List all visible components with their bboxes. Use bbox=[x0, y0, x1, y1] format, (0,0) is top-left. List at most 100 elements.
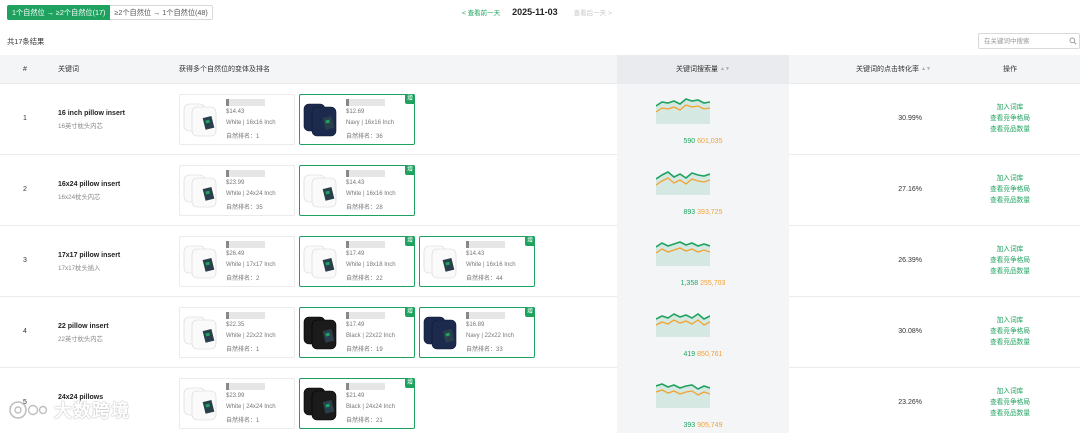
variant-card[interactable]: $16.89 Navy | 22x22 Inch 自然排名：33 增 bbox=[419, 307, 535, 358]
natural-rank: 自然排名：22 bbox=[346, 276, 383, 282]
increase-badge: 增 bbox=[405, 94, 415, 104]
sort-icon[interactable]: ▲▼ bbox=[921, 55, 931, 84]
product-price: $23.99 bbox=[226, 180, 245, 186]
volume-primary: 590 bbox=[683, 138, 696, 145]
product-image bbox=[423, 316, 457, 350]
variant-card[interactable]: $12.69 Navy | 16x16 Inch 自然排名：36 增 bbox=[299, 94, 415, 145]
row-actions: 加入词库 查看竞争格局 查看竞品数量 bbox=[982, 102, 1038, 135]
add-to-library-link[interactable]: 加入词库 bbox=[982, 315, 1038, 326]
position-filter: 1个自然位 → ≥2个自然位(17) ≥2个自然位 → 1个自然位(48) bbox=[7, 5, 213, 20]
search-input[interactable] bbox=[979, 34, 1063, 48]
increase-badge: 增 bbox=[525, 307, 535, 317]
row-index: 4 bbox=[23, 328, 27, 335]
watermark-logo-icon bbox=[9, 401, 48, 419]
product-image bbox=[303, 316, 337, 350]
product-title-redacted bbox=[226, 99, 265, 106]
product-image bbox=[183, 103, 217, 137]
keyword-cell: 22 pillow insert 22英寸枕头内芯 bbox=[58, 323, 109, 343]
keyword-title: 22 pillow insert bbox=[58, 323, 109, 330]
row-actions: 加入词库 查看竞争格局 查看竞品数量 bbox=[982, 315, 1038, 348]
table-header: # 关键词 获得多个自然位的变体及排名 关键词搜索量 ▲▼ 关键词的点击转化率 ▲▼… bbox=[0, 55, 1080, 84]
product-variant: Black | 24x24 Inch bbox=[346, 404, 395, 410]
variant-card[interactable]: $21.49 Black | 24x24 Inch 自然排名：21 增 bbox=[299, 378, 415, 429]
variant-card[interactable]: $26.49 White | 17x17 Inch 自然排名：2 bbox=[179, 236, 295, 287]
variant-card[interactable]: $14.43 White | 16x16 Inch 自然排名：28 增 bbox=[299, 165, 415, 216]
add-to-library-link[interactable]: 加入词库 bbox=[982, 173, 1038, 184]
product-price: $22.35 bbox=[226, 322, 245, 328]
view-competitor-count-link[interactable]: 查看竞品数量 bbox=[982, 408, 1038, 419]
natural-rank: 自然排名：1 bbox=[226, 134, 260, 140]
trend-sparkline[interactable] bbox=[656, 305, 710, 337]
variant-card[interactable]: $23.99 White | 24x24 Inch 自然排名：35 bbox=[179, 165, 295, 216]
view-competition-link[interactable]: 查看竞争格局 bbox=[982, 326, 1038, 337]
product-image bbox=[183, 245, 217, 279]
product-image bbox=[303, 245, 337, 279]
view-competitor-count-link[interactable]: 查看竞品数量 bbox=[982, 195, 1038, 206]
variant-card[interactable]: $17.49 Black | 22x22 Inch 自然排名：19 增 bbox=[299, 307, 415, 358]
view-competition-link[interactable]: 查看竞争格局 bbox=[982, 397, 1038, 408]
table-row: 4 22 pillow insert 22英寸枕头内芯 $22.35 White | 2… bbox=[0, 297, 1080, 368]
natural-rank: 自然排名：1 bbox=[226, 418, 260, 424]
view-competition-link[interactable]: 查看竞争格局 bbox=[982, 184, 1038, 195]
increase-badge: 增 bbox=[525, 236, 535, 246]
product-title-redacted bbox=[346, 383, 385, 390]
add-to-library-link[interactable]: 加入词库 bbox=[982, 386, 1038, 397]
view-competitor-count-link[interactable]: 查看竞品数量 bbox=[982, 337, 1038, 348]
variant-card[interactable]: $14.43 White | 16x16 Inch 自然排名：1 bbox=[179, 94, 295, 145]
view-competition-link[interactable]: 查看竞争格局 bbox=[982, 255, 1038, 266]
volume-secondary: 601,035 bbox=[697, 138, 723, 145]
click-conversion-rate: 30.99% bbox=[898, 115, 922, 122]
trend-sparkline[interactable] bbox=[656, 163, 710, 195]
sort-icon[interactable]: ▲▼ bbox=[720, 55, 730, 84]
product-variant: White | 16x16 Inch bbox=[226, 120, 276, 126]
trend-sparkline[interactable] bbox=[656, 92, 710, 124]
variant-card[interactable]: $17.49 White | 18x18 Inch 自然排名：22 增 bbox=[299, 236, 415, 287]
product-title-redacted bbox=[346, 241, 385, 248]
previous-day-link[interactable]: < 查看前一天 bbox=[462, 7, 500, 17]
next-day-link[interactable]: 查看后一天 > bbox=[574, 7, 612, 17]
product-price: $17.49 bbox=[346, 251, 365, 257]
keyword-search[interactable] bbox=[978, 33, 1080, 49]
product-variant: White | 24x24 Inch bbox=[226, 404, 276, 410]
product-variant: Navy | 22x22 Inch bbox=[466, 333, 514, 339]
search-volume-cell: 893 393,725 bbox=[617, 155, 789, 226]
row-index: 1 bbox=[23, 115, 27, 122]
row-actions: 加入词库 查看竞争格局 查看竞品数量 bbox=[982, 244, 1038, 277]
variant-card[interactable]: $14.43 White | 16x16 Inch 自然排名：44 增 bbox=[419, 236, 535, 287]
product-price: $26.49 bbox=[226, 251, 245, 257]
keyword-translation: 22英寸枕头内芯 bbox=[58, 336, 103, 343]
add-to-library-link[interactable]: 加入词库 bbox=[982, 102, 1038, 113]
filter-many-to-one[interactable]: ≥2个自然位 → 1个自然位(48) bbox=[110, 5, 213, 20]
keyword-table: # 关键词 获得多个自然位的变体及排名 关键词搜索量 ▲▼ 关键词的点击转化率 ▲▼… bbox=[0, 55, 1080, 433]
add-to-library-link[interactable]: 加入词库 bbox=[982, 244, 1038, 255]
increase-badge: 增 bbox=[405, 307, 415, 317]
header-search-volume[interactable]: 关键词搜索量 ▲▼ bbox=[617, 55, 789, 84]
view-competitor-count-link[interactable]: 查看竞品数量 bbox=[982, 266, 1038, 277]
product-price: $16.89 bbox=[466, 322, 485, 328]
keyword-title: 16x24 pillow insert bbox=[58, 181, 121, 188]
product-title-redacted bbox=[466, 241, 505, 248]
product-image bbox=[183, 387, 217, 421]
volume-primary: 393 bbox=[683, 422, 696, 429]
row-index: 2 bbox=[23, 186, 27, 193]
variant-card[interactable]: $22.35 White | 22x22 Inch 自然排名：1 bbox=[179, 307, 295, 358]
result-count: 共17条结果 bbox=[7, 37, 45, 46]
date-navigator: < 查看前一天 2025-11-03 查看后一天 > bbox=[462, 7, 612, 17]
search-volume-cell: 1,358 255,703 bbox=[617, 226, 789, 297]
variant-card[interactable]: $23.99 White | 24x24 Inch 自然排名：1 bbox=[179, 378, 295, 429]
product-variant: White | 24x24 Inch bbox=[226, 191, 276, 197]
search-volume-cell: 590 601,035 bbox=[617, 84, 789, 155]
increase-badge: 增 bbox=[405, 236, 415, 246]
natural-rank: 自然排名：35 bbox=[226, 205, 263, 211]
trend-sparkline[interactable] bbox=[656, 376, 710, 408]
product-price: $14.43 bbox=[226, 109, 245, 115]
product-title-redacted bbox=[466, 312, 505, 319]
header-ctr[interactable]: 关键词的点击转化率 ▲▼ bbox=[856, 55, 931, 84]
view-competition-link[interactable]: 查看竞争格局 bbox=[982, 113, 1038, 124]
search-icon[interactable] bbox=[1069, 37, 1077, 45]
filter-one-to-many[interactable]: 1个自然位 → ≥2个自然位(17) bbox=[7, 5, 111, 20]
natural-rank: 自然排名：21 bbox=[346, 418, 383, 424]
trend-sparkline[interactable] bbox=[656, 234, 710, 266]
product-title-redacted bbox=[226, 241, 265, 248]
view-competitor-count-link[interactable]: 查看竞品数量 bbox=[982, 124, 1038, 135]
